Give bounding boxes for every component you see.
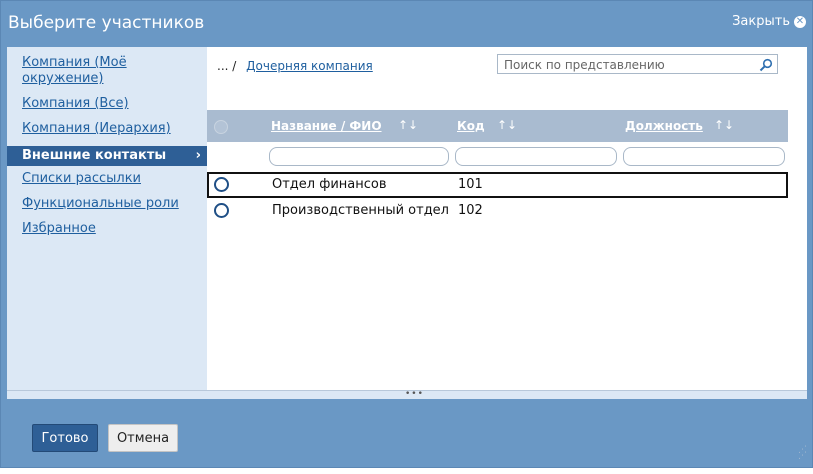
- header-radio: [214, 120, 228, 134]
- sidebar: Компания (Моё окружение) Компания (Все) …: [7, 47, 207, 390]
- row-name: Производственный отдел: [272, 203, 449, 218]
- sidebar-item-label: Внешние контакты: [22, 148, 167, 163]
- dialog-content: Компания (Моё окружение) Компания (Все) …: [7, 47, 807, 390]
- breadcrumb-current-link[interactable]: Дочерняя компания: [246, 59, 373, 73]
- search-placeholder: Поиск по представлению: [504, 58, 665, 72]
- row-radio[interactable]: [214, 177, 229, 192]
- column-header-position[interactable]: Должность: [625, 119, 703, 133]
- participants-table: Название / ФИО ↑↓ Код ↑↓ Должность ↑↓ От…: [207, 110, 788, 224]
- sidebar-item-external-contacts[interactable]: Внешние контакты ›: [7, 146, 207, 166]
- filter-row: [207, 142, 788, 172]
- splitter-grip-icon[interactable]: •••: [405, 390, 424, 399]
- row-code: 101: [458, 177, 483, 192]
- done-button[interactable]: Готово: [32, 424, 98, 452]
- row-code: 102: [458, 203, 483, 218]
- panel-splitter[interactable]: •••: [7, 390, 807, 399]
- sidebar-item-company-hierarchy[interactable]: Компания (Иерархия): [7, 121, 207, 137]
- filter-name-input[interactable]: [269, 147, 449, 166]
- close-label: Закрыть: [732, 14, 790, 29]
- close-icon: ✕: [794, 15, 806, 28]
- main-panel: ... / Дочерняя компания Поиск по предста…: [207, 47, 807, 390]
- filter-code-input[interactable]: [455, 147, 617, 166]
- dialog-title: Выберите участников: [8, 13, 205, 33]
- breadcrumb: ... / Дочерняя компания: [217, 59, 373, 73]
- column-header-name[interactable]: Название / ФИО: [271, 119, 382, 133]
- filter-position-input[interactable]: [623, 147, 785, 166]
- sidebar-item-company-my-environment[interactable]: Компания (Моё окружение): [7, 55, 207, 87]
- sidebar-item-label: Компания (Иерархия): [22, 121, 171, 136]
- sidebar-item-label: Функциональные роли: [22, 196, 179, 211]
- resize-handle-icon[interactable]: ⋰ ⋰: [798, 446, 807, 461]
- row-name: Отдел финансов: [272, 177, 387, 192]
- breadcrumb-ellipsis[interactable]: ...: [217, 59, 228, 73]
- table-row[interactable]: Производственный отдел 102: [207, 198, 788, 224]
- sidebar-item-mailing-lists[interactable]: Списки рассылки: [7, 171, 207, 187]
- sidebar-item-label: Компания (Моё окружение): [22, 55, 127, 86]
- sidebar-item-label: Компания (Все): [22, 96, 129, 111]
- row-radio[interactable]: [214, 203, 229, 218]
- search-input[interactable]: Поиск по представлению: [497, 54, 778, 74]
- sort-icon[interactable]: ↑↓: [398, 118, 418, 132]
- table-row[interactable]: Отдел финансов 101: [207, 172, 788, 198]
- table-header: Название / ФИО ↑↓ Код ↑↓ Должность ↑↓: [207, 110, 788, 142]
- cancel-button[interactable]: Отмена: [108, 424, 178, 452]
- participants-dialog: Выберите участников Закрыть ✕ Компания (…: [0, 0, 813, 468]
- sidebar-item-label: Списки рассылки: [22, 171, 141, 186]
- sort-icon[interactable]: ↑↓: [714, 118, 734, 132]
- chevron-right-icon: ›: [195, 148, 201, 163]
- sidebar-item-favorites[interactable]: Избранное: [7, 221, 207, 237]
- breadcrumb-separator: /: [232, 59, 237, 73]
- sidebar-item-company-all[interactable]: Компания (Все): [7, 96, 207, 112]
- close-button[interactable]: Закрыть ✕: [732, 14, 806, 29]
- sidebar-nav: Компания (Моё окружение) Компания (Все) …: [7, 55, 207, 246]
- search-icon[interactable]: [759, 57, 773, 76]
- column-header-code[interactable]: Код: [457, 119, 485, 133]
- sidebar-item-functional-roles[interactable]: Функциональные роли: [7, 196, 207, 212]
- sidebar-item-label: Избранное: [22, 221, 96, 236]
- sort-icon[interactable]: ↑↓: [497, 118, 517, 132]
